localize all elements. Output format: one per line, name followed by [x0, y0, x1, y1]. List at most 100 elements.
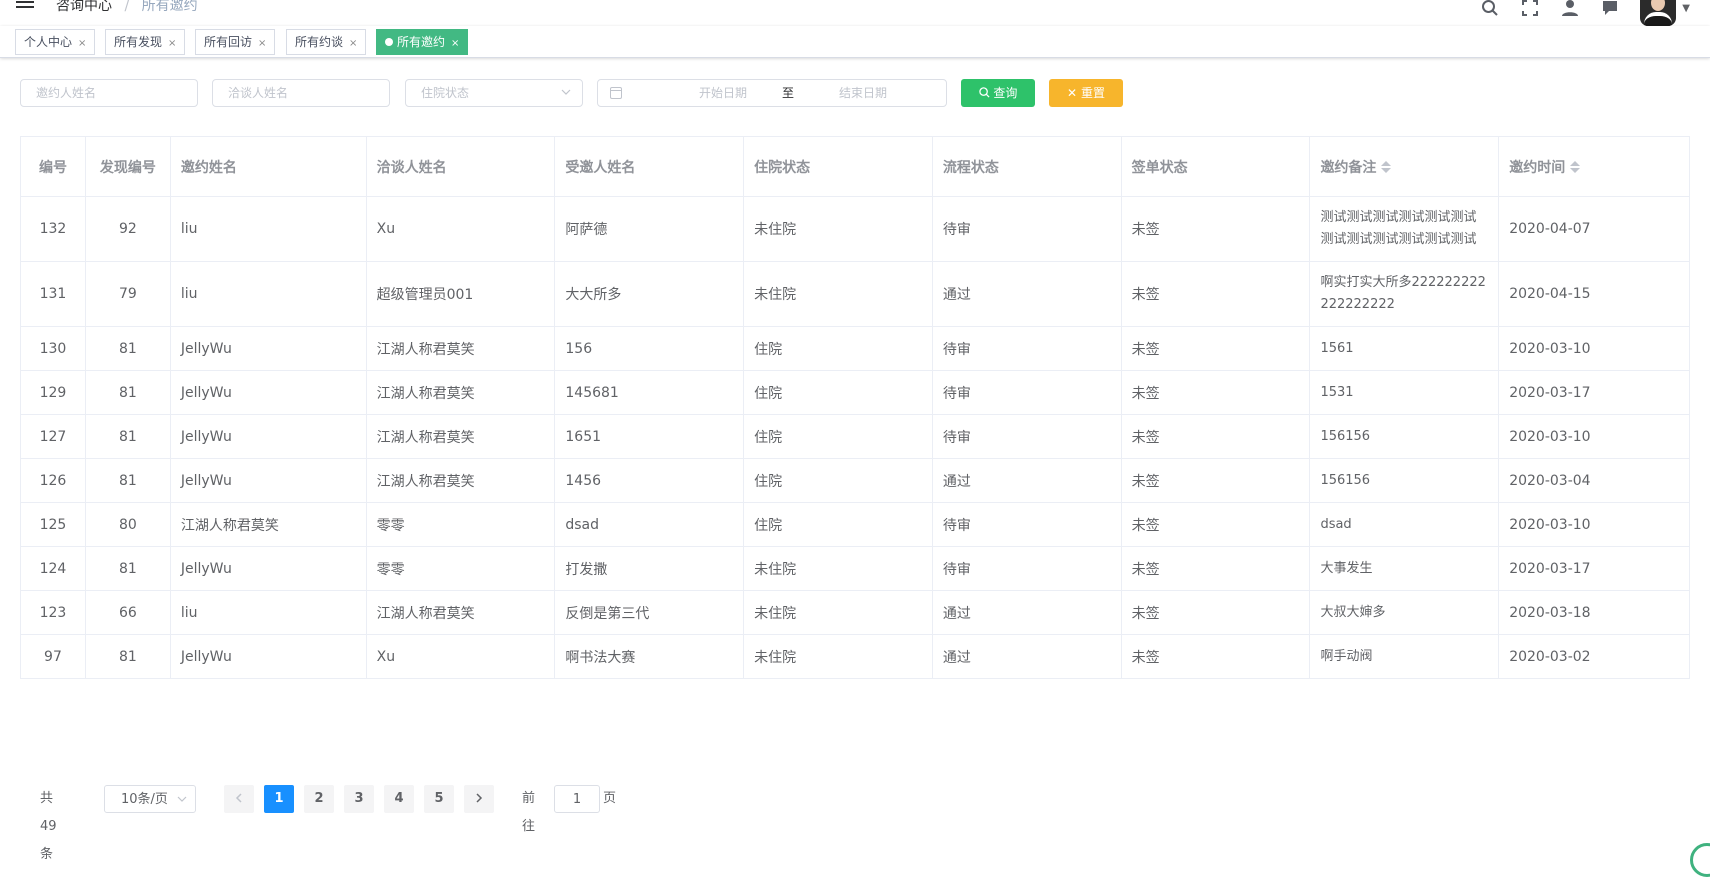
- floating-widget-icon[interactable]: [1690, 843, 1710, 877]
- page-4-button[interactable]: 4: [384, 785, 414, 813]
- cell-id: 125: [21, 503, 86, 546]
- column-header: 受邀人姓名: [555, 137, 744, 196]
- cell-inviter-name: JellyWu: [171, 371, 367, 414]
- cell-hospital-status: 未住院: [744, 547, 933, 590]
- table-row[interactable]: 13081JellyWu江湖人称君莫笑156住院待审未签15612020-03-…: [21, 327, 1689, 371]
- invitations-table: 编号 发现编号 邀约姓名 洽谈人姓名 受邀人姓名 住院状态 流程状态 签单状态 …: [20, 136, 1690, 679]
- table-row[interactable]: 13292liuXu阿萨德未住院待审未签测试测试测试测试测试测试测试测试测试测试…: [21, 197, 1689, 262]
- table-row[interactable]: 13179liu超级管理员001大大所多未住院通过未签啊实打实大所多222222…: [21, 262, 1689, 327]
- tags-view: 个人中心 × 所有发现× 所有回访 × 所有约谈× 所有邀约×: [0, 26, 1710, 58]
- cell-inviter-name: liu: [171, 197, 367, 261]
- active-dot-icon: [385, 38, 393, 46]
- cell-id: 124: [21, 547, 86, 590]
- tag-personal-center[interactable]: 个人中心 ×: [15, 29, 95, 55]
- tag-all-invitations[interactable]: 所有邀约×: [376, 29, 468, 55]
- message-icon[interactable]: [1600, 0, 1620, 18]
- cell-id: 126: [21, 459, 86, 502]
- cell-negotiator-name: 江湖人称君莫笑: [367, 371, 556, 414]
- chevron-right-icon: [474, 800, 484, 815]
- next-page-button[interactable]: [464, 785, 494, 813]
- cell-negotiator-name: Xu: [367, 197, 556, 261]
- cell-invitee-name: 145681: [555, 371, 744, 414]
- cell-inviter-name: 江湖人称君莫笑: [171, 503, 367, 546]
- column-header-sortable[interactable]: 邀约时间: [1499, 137, 1689, 196]
- cell-hospital-status: 住院: [744, 415, 933, 458]
- cell-process-status: 待审: [933, 197, 1122, 261]
- cell-invitee-name: 大大所多: [555, 262, 744, 326]
- page-3-button[interactable]: 3: [344, 785, 374, 813]
- cell-invitee-name: 反倒是第三代: [555, 591, 744, 634]
- cell-sign-status: 未签: [1122, 371, 1311, 414]
- range-separator: 至: [773, 80, 803, 106]
- cell-invite-note: 1561: [1310, 327, 1499, 370]
- pagination-total: 共 49 条: [40, 785, 57, 813]
- cell-invitee-name: 啊书法大赛: [555, 635, 744, 678]
- breadcrumb-parent[interactable]: 咨询中心: [56, 0, 112, 14]
- close-icon[interactable]: ×: [451, 38, 459, 49]
- tag-label: 所有回访: [204, 35, 252, 49]
- cell-negotiator-name: 江湖人称君莫笑: [367, 459, 556, 502]
- cell-invite-time: 2020-03-10: [1499, 415, 1689, 458]
- close-icon[interactable]: ×: [349, 38, 357, 49]
- cell-discovery-id: 66: [86, 591, 171, 634]
- table-body: 13292liuXu阿萨德未住院待审未签测试测试测试测试测试测试测试测试测试测试…: [21, 197, 1689, 679]
- page-2-button[interactable]: 2: [304, 785, 334, 813]
- cell-id: 131: [21, 262, 86, 326]
- prev-page-button[interactable]: [224, 785, 254, 813]
- table-row[interactable]: 12681JellyWu江湖人称君莫笑1456住院通过未签1561562020-…: [21, 459, 1689, 503]
- table-row[interactable]: 12981JellyWu江湖人称君莫笑145681住院待审未签15312020-…: [21, 371, 1689, 415]
- table-header-row: 编号 发现编号 邀约姓名 洽谈人姓名 受邀人姓名 住院状态 流程状态 签单状态 …: [21, 137, 1689, 197]
- cell-invite-note: 1531: [1310, 371, 1499, 414]
- cell-id: 97: [21, 635, 86, 678]
- avatar[interactable]: [1640, 0, 1676, 26]
- date-range-picker[interactable]: 开始日期 至 结束日期: [597, 79, 947, 107]
- user-icon[interactable]: [1560, 0, 1580, 18]
- negotiator-name-input[interactable]: 洽谈人姓名: [212, 79, 390, 107]
- page-size-select[interactable]: 10条/页: [104, 785, 196, 813]
- chevron-left-icon: [234, 800, 244, 815]
- table-row[interactable]: 9781JellyWuXu啊书法大赛未住院通过未签啊手动阀2020-03-02: [21, 635, 1689, 679]
- table-row[interactable]: 12580江湖人称君莫笑零零dsad住院待审未签dsad2020-03-10: [21, 503, 1689, 547]
- close-icon[interactable]: ×: [78, 38, 86, 49]
- search-icon[interactable]: [1480, 0, 1500, 18]
- page-5-button[interactable]: 5: [424, 785, 454, 813]
- start-date-input[interactable]: 开始日期: [668, 80, 778, 106]
- fullscreen-icon[interactable]: [1520, 0, 1540, 18]
- close-icon[interactable]: ×: [258, 38, 266, 49]
- column-header-sortable[interactable]: 邀约备注: [1310, 137, 1499, 196]
- cell-invitee-name: 1651: [555, 415, 744, 458]
- cell-process-status: 待审: [933, 415, 1122, 458]
- table-row[interactable]: 12781JellyWu江湖人称君莫笑1651住院待审未签1561562020-…: [21, 415, 1689, 459]
- cell-id: 132: [21, 197, 86, 261]
- reset-button[interactable]: ✕ 重置: [1049, 79, 1123, 107]
- cell-invite-note: 测试测试测试测试测试测试测试测试测试测试测试测试: [1310, 197, 1499, 261]
- table-row[interactable]: 12481JellyWu零零打发撒未住院待审未签大事发生2020-03-17: [21, 547, 1689, 591]
- cell-invitee-name: 阿萨德: [555, 197, 744, 261]
- cell-hospital-status: 住院: [744, 503, 933, 546]
- cell-inviter-name: liu: [171, 591, 367, 634]
- inviter-name-input[interactable]: 邀约人姓名: [20, 79, 198, 107]
- cell-invite-note: dsad: [1310, 503, 1499, 546]
- calendar-icon: [610, 87, 622, 99]
- tag-all-interviews[interactable]: 所有约谈×: [286, 29, 366, 55]
- tag-label: 个人中心: [24, 35, 72, 49]
- cell-process-status: 通过: [933, 591, 1122, 634]
- search-button[interactable]: 查询: [961, 79, 1035, 107]
- close-icon[interactable]: ×: [168, 38, 176, 49]
- hospital-status-select[interactable]: 住院状态: [405, 79, 583, 107]
- hamburger-icon[interactable]: [16, 0, 34, 10]
- cell-sign-status: 未签: [1122, 503, 1311, 546]
- table-row[interactable]: 12366liu江湖人称君莫笑反倒是第三代未住院通过未签大叔大婶多2020-03…: [21, 591, 1689, 635]
- tag-all-revisits[interactable]: 所有回访 ×: [195, 29, 275, 55]
- sort-icon[interactable]: [1381, 161, 1391, 173]
- goto-suffix: 页: [603, 785, 616, 813]
- cell-negotiator-name: 江湖人称君莫笑: [367, 415, 556, 458]
- sort-icon[interactable]: [1570, 161, 1580, 173]
- end-date-input[interactable]: 结束日期: [808, 80, 918, 106]
- cell-id: 129: [21, 371, 86, 414]
- cell-inviter-name: JellyWu: [171, 415, 367, 458]
- page-1-button[interactable]: 1: [264, 785, 294, 813]
- goto-page-input[interactable]: [554, 785, 600, 813]
- chevron-down-icon[interactable]: ▼: [1682, 3, 1690, 14]
- tag-all-discoveries[interactable]: 所有发现×: [105, 29, 185, 55]
